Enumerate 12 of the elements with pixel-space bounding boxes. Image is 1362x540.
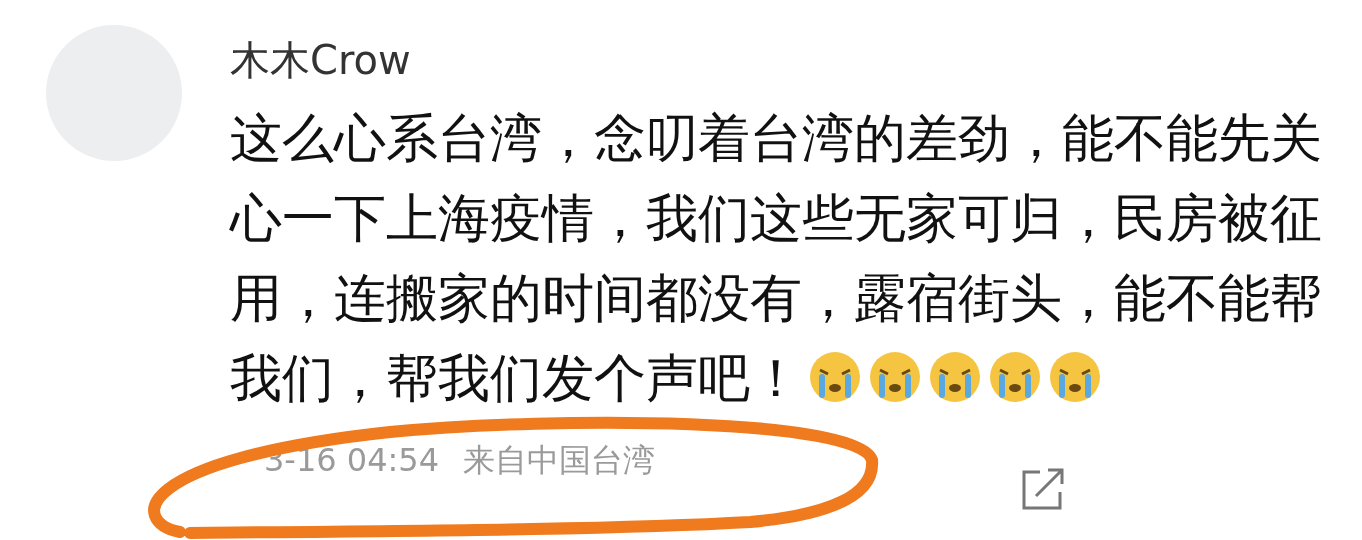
comment-text: 用，连搬家的时间都没有，露宿街头，能不能帮: [230, 268, 1322, 328]
crying-emoji-icon: [1048, 350, 1102, 404]
crying-emoji-icon: [988, 350, 1042, 404]
comment-text: 这么心系台湾，念叨着台湾的差劲，能不能先关: [230, 108, 1322, 168]
crying-emoji-icon: [808, 350, 862, 404]
post-location: 来自中国台湾: [463, 440, 655, 481]
crying-emoji-icon: [928, 350, 982, 404]
username[interactable]: 木木Crow: [230, 40, 1362, 80]
comment-text: 心一下上海疫情，我们这些无家可归，民房被征: [230, 188, 1322, 248]
crying-emoji-icon: [868, 350, 922, 404]
comment-text: 我们，帮我们发个声吧！: [230, 348, 802, 408]
share-icon[interactable]: [1020, 466, 1066, 512]
